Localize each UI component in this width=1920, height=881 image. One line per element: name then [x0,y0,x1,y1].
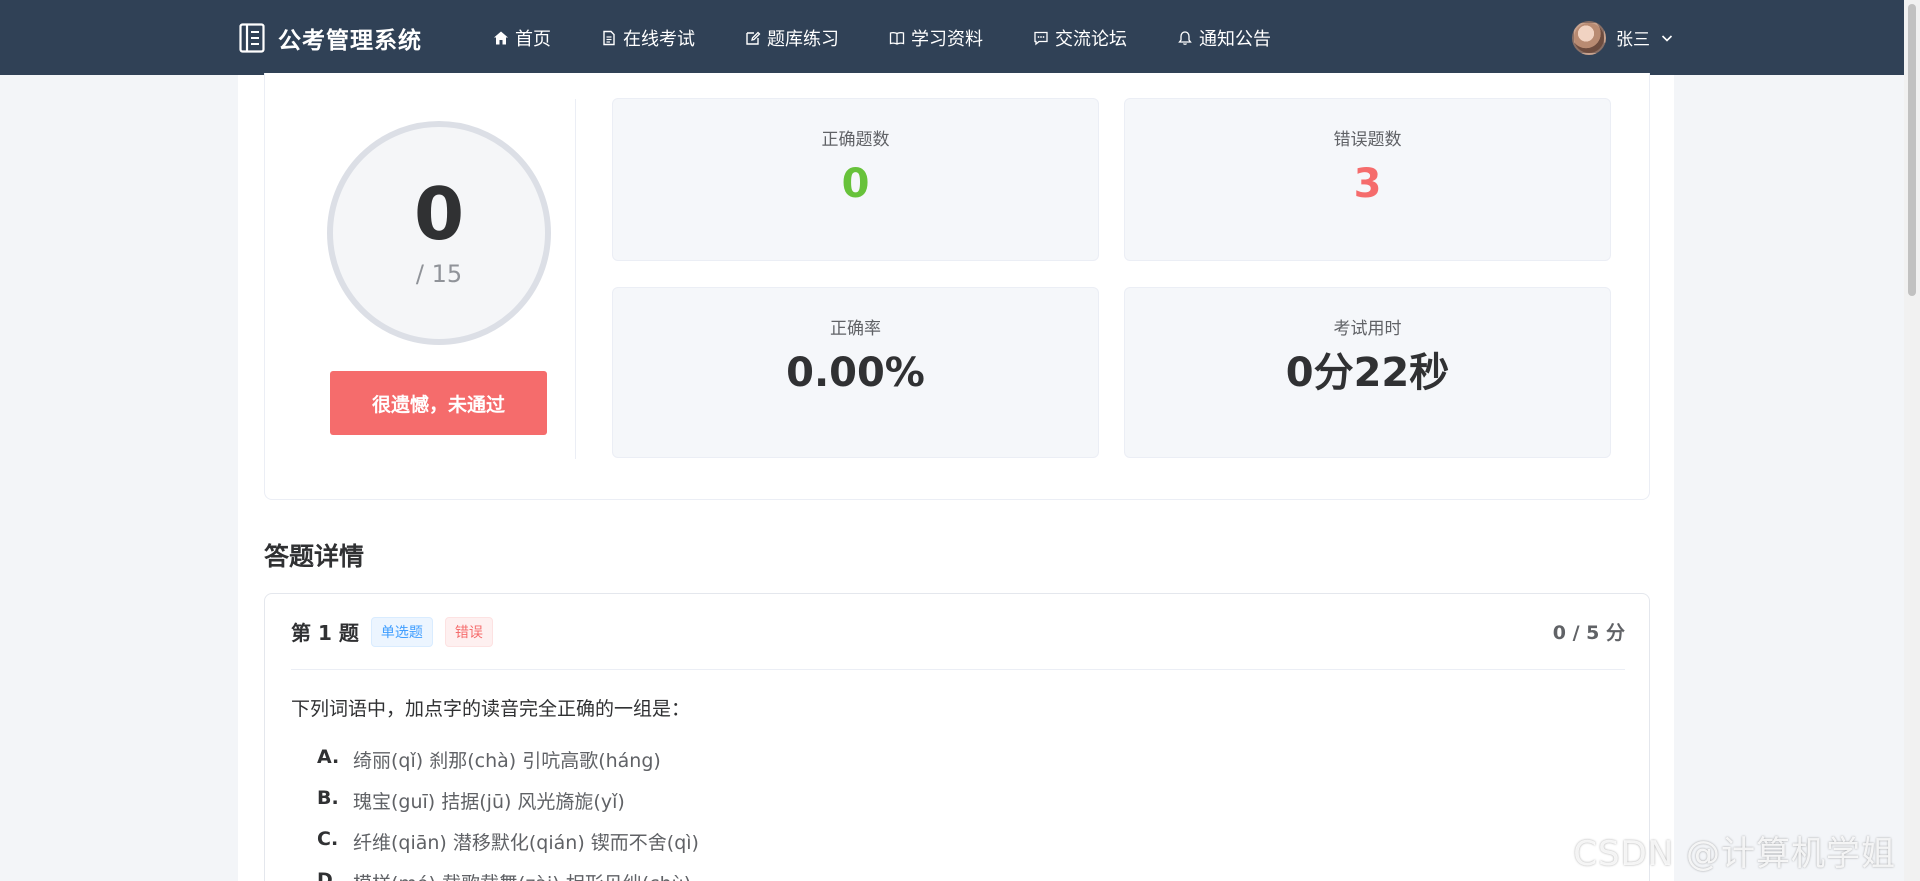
stat-label: 正确题数 [821,130,890,150]
stat-label: 正确率 [830,319,881,339]
nav-item-home[interactable]: 首页 [493,25,551,51]
document-icon [603,30,615,45]
option-key: D. [317,869,340,881]
section-title: 答题详情 [264,542,365,571]
option-key: C. [317,828,339,850]
fail-status-badge: 很遗憾，未通过 [330,371,547,435]
nav-item-question-bank[interactable]: 题库练习 [745,25,839,51]
option-c: C. 纤维(qiān) 潜移默化(qián) 锲而不舍(qì) [317,828,699,855]
edit-icon [746,31,761,45]
page-scrollbar[interactable] [1904,0,1920,881]
stat-value: 0.00% [786,350,925,396]
nav-item-notices[interactable]: 通知公告 [1177,25,1271,51]
scrollbar-thumb[interactable] [1908,4,1916,296]
stat-value: 3 [1353,161,1382,207]
book-icon [889,31,905,45]
question-text: 下列词语中，加点字的读音完全正确的一组是： [291,698,691,720]
nav-item-online-exam[interactable]: 在线考试 [601,25,695,51]
question-number: 第 1 题 [291,621,359,645]
user-name: 张三 [1616,30,1650,50]
question-card: 第 1 题 单选题 错误 0 / 5 分 下列词语中，加点字的读音完全正确的一组… [264,593,1650,881]
navbar-container: 公考管理系统 首页 在线考试 题库练习 学习资料 交流论坛 通知公告 张三 [238,0,1674,75]
stat-value: 0 [841,161,870,207]
nav-label: 通知公告 [1199,28,1271,50]
watermark: CSDN @计算机学姐 [1573,834,1896,874]
stat-label: 错误题数 [1333,130,1402,150]
stat-correct-count: 正确题数 0 [612,98,1099,261]
option-text: 模样(mó) 载歌载舞(zài) 相形见绌(chù) [353,869,691,881]
option-a: A. 绮丽(qǐ) 刹那(chà) 引吭高歌(háng) [317,746,661,773]
top-navbar: 公考管理系统 首页 在线考试 题库练习 学习资料 交流论坛 通知公告 张三 [0,0,1920,75]
stat-accuracy: 正确率 0.00% [612,287,1099,458]
chevron-down-icon [1661,34,1673,42]
chat-icon [1034,31,1048,45]
user-menu[interactable]: 张三 [1572,0,1674,75]
divider [575,99,576,459]
home-icon [494,31,508,44]
brand[interactable]: 公考管理系统 [238,0,422,75]
stat-value: 0分22秒 [1285,350,1450,396]
bell-icon [1178,30,1192,45]
nav-label: 交流论坛 [1055,28,1127,50]
result-summary-card: 0 / 15 很遗憾，未通过 正确题数 0 错误题数 3 正确率 0.00% 考… [264,73,1650,500]
logo-icon [238,22,266,54]
option-text: 瑰宝(guī) 拮据(jū) 风光旖旎(yǐ) [353,791,625,813]
option-b: B. 瑰宝(guī) 拮据(jū) 风光旖旎(yǐ) [317,787,625,814]
option-key: B. [317,787,339,809]
question-type-tag: 单选题 [370,616,433,647]
main-nav: 首页 在线考试 题库练习 学习资料 交流论坛 通知公告 [493,0,1321,75]
result-tag: 错误 [444,616,493,647]
nav-label: 在线考试 [623,28,695,50]
stat-label: 考试用时 [1333,319,1402,339]
question-header: 第 1 题 单选题 错误 0 / 5 分 [291,594,1625,670]
nav-item-study-materials[interactable]: 学习资料 [889,25,983,51]
nav-label: 首页 [515,28,551,50]
option-d: D. 模样(mó) 载歌载舞(zài) 相形见绌(chù) [317,869,691,881]
avatar [1572,20,1606,55]
app-title: 公考管理系统 [278,27,422,54]
score-total: / 15 [415,260,463,288]
nav-item-forum[interactable]: 交流论坛 [1033,25,1127,51]
stat-wrong-count: 错误题数 3 [1124,98,1611,261]
option-key: A. [317,746,340,768]
content-panel: 0 / 15 很遗憾，未通过 正确题数 0 错误题数 3 正确率 0.00% 考… [238,73,1674,881]
nav-label: 题库练习 [767,28,839,50]
score-value: 0 [413,172,465,256]
option-text: 纤维(qiān) 潜移默化(qián) 锲而不舍(qì) [353,832,699,854]
question-score: 0 / 5 分 [1552,622,1625,644]
stat-exam-time: 考试用时 0分22秒 [1124,287,1611,458]
nav-label: 学习资料 [911,28,983,50]
score-circle: 0 / 15 [327,121,551,345]
option-text: 绮丽(qǐ) 刹那(chà) 引吭高歌(háng) [353,750,661,772]
